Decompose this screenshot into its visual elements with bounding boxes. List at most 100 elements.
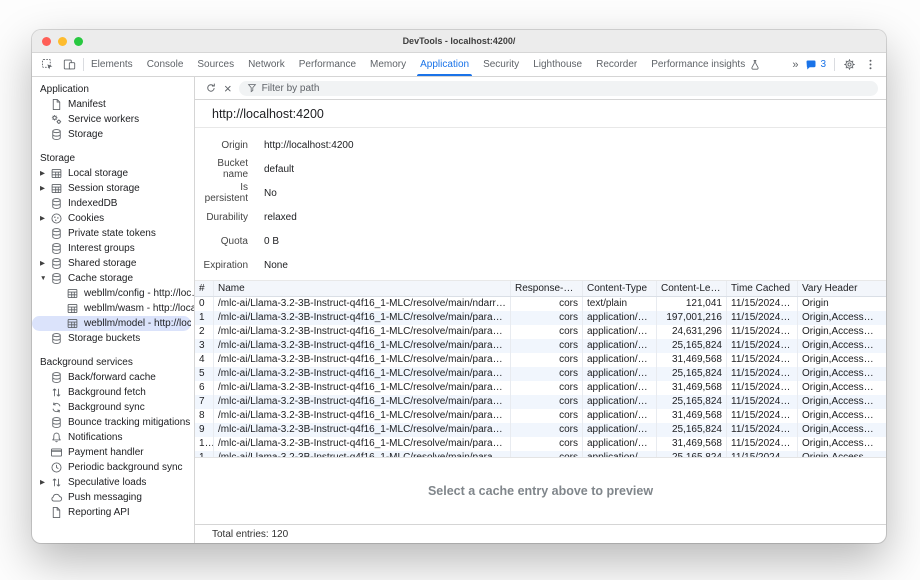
zoom-window-button[interactable] xyxy=(74,37,83,46)
tab-recorder[interactable]: Recorder xyxy=(589,53,644,76)
chevron-right-icon[interactable]: ▶ xyxy=(40,256,50,271)
cell-: 5 xyxy=(195,367,214,381)
chevron-right-icon[interactable]: ▶ xyxy=(40,211,50,226)
sidebar-section-background-services: Background servicesBack/forward cacheBac… xyxy=(32,355,194,520)
cache-entry-row[interactable]: 10/mlc-ai/Llama-3.2-3B-Instruct-q4f16_1-… xyxy=(195,437,886,451)
cache-entry-row[interactable]: 5/mlc-ai/Llama-3.2-3B-Instruct-q4f16_1-M… xyxy=(195,367,886,381)
sidebar-item-private-state-tokens[interactable]: Private state tokens xyxy=(32,226,194,241)
cache-entry-row[interactable]: 1/mlc-ai/Llama-3.2-3B-Instruct-q4f16_1-M… xyxy=(195,311,886,325)
sidebar-item-session-storage[interactable]: ▶Session storage xyxy=(32,181,194,196)
sidebar-item-background-sync[interactable]: Background sync xyxy=(32,400,194,415)
preview-pane: Select a cache entry above to preview xyxy=(195,457,886,524)
tab-performance[interactable]: Performance xyxy=(292,53,363,76)
chevron-down-icon[interactable]: ▼ xyxy=(40,271,50,286)
sidebar-item-label: Cache storage xyxy=(68,273,194,284)
cell-: 1 xyxy=(195,311,214,325)
tab-label: Elements xyxy=(91,59,133,70)
sidebar-item-interest-groups[interactable]: Interest groups xyxy=(32,241,194,256)
sidebar-item-periodic-background-sync[interactable]: Periodic background sync xyxy=(32,460,194,475)
sidebar-item-local-storage[interactable]: ▶ Local storage xyxy=(32,166,194,181)
sidebar-item-label: Local storage xyxy=(68,168,194,179)
tab-console[interactable]: Console xyxy=(140,53,191,76)
column-header-time-cached[interactable]: Time Cached xyxy=(727,281,798,296)
table-icon xyxy=(66,287,79,300)
cell-time-cached: 11/15/2024, 10… xyxy=(727,381,798,395)
more-tabs-button[interactable]: » xyxy=(792,59,797,71)
chevron-right-icon[interactable]: ▶ xyxy=(40,166,50,181)
sidebar-item-service-workers[interactable]: Service workers xyxy=(32,112,194,127)
sidebar-item-webllm-config-http-loc[interactable]: webllm/config - http://loc… xyxy=(32,286,194,301)
total-entries: Total entries: 120 xyxy=(212,529,288,540)
cell-vary-header: Origin,Access… xyxy=(798,367,886,381)
sidebar-item-reporting-api[interactable]: Reporting API xyxy=(32,505,194,520)
refresh-button[interactable] xyxy=(205,82,217,94)
metadata-row-expiration: ExpirationNone xyxy=(195,253,886,277)
tab-lighthouse[interactable]: Lighthouse xyxy=(526,53,589,76)
column-header-content-length[interactable]: Content-Length xyxy=(657,281,727,296)
preview-hint: Select a cache entry above to preview xyxy=(428,484,653,498)
sidebar-item-push-messaging[interactable]: Push messaging xyxy=(32,490,194,505)
sidebar-item-webllm-model-http-loc[interactable]: webllm/model - http://loc… xyxy=(32,316,191,331)
chevron-right-icon[interactable]: ▶ xyxy=(40,181,50,196)
tab-elements[interactable]: Elements xyxy=(84,53,140,76)
cache-entry-row[interactable]: 2/mlc-ai/Llama-3.2-3B-Instruct-q4f16_1-M… xyxy=(195,325,886,339)
column-header-response-type[interactable]: Response-Type xyxy=(511,281,583,296)
tab-security[interactable]: Security xyxy=(476,53,526,76)
cache-entry-row[interactable]: 8/mlc-ai/Llama-3.2-3B-Instruct-q4f16_1-M… xyxy=(195,409,886,423)
tab-strip: ElementsConsoleSourcesNetworkPerformance… xyxy=(84,53,768,76)
settings-gear-icon[interactable] xyxy=(843,58,856,71)
gears-icon xyxy=(50,113,63,126)
cache-entry-row[interactable]: 3/mlc-ai/Llama-3.2-3B-Instruct-q4f16_1-M… xyxy=(195,339,886,353)
cache-entry-row[interactable]: 7/mlc-ai/Llama-3.2-3B-Instruct-q4f16_1-M… xyxy=(195,395,886,409)
sidebar-item-cookies[interactable]: ▶Cookies xyxy=(32,211,194,226)
tab-memory[interactable]: Memory xyxy=(363,53,413,76)
cache-entry-row[interactable]: 0/mlc-ai/Llama-3.2-3B-Instruct-q4f16_1-M… xyxy=(195,297,886,311)
cache-entry-row[interactable]: 6/mlc-ai/Llama-3.2-3B-Instruct-q4f16_1-M… xyxy=(195,381,886,395)
column-header-content-type[interactable]: Content-Type xyxy=(583,281,657,296)
column-header-[interactable]: # xyxy=(195,281,214,296)
metadata-row-durability: Durabilityrelaxed xyxy=(195,205,886,229)
doc-icon xyxy=(50,98,63,111)
tab-application[interactable]: Application xyxy=(413,53,476,76)
column-header-name[interactable]: Name xyxy=(214,281,511,296)
cell-content-type: application/oc… xyxy=(583,409,657,423)
cell-vary-header: Origin,Access… xyxy=(798,339,886,353)
console-messages-badge[interactable]: 3 xyxy=(805,59,826,71)
tab-performance-insights[interactable]: Performance insights xyxy=(644,53,768,76)
sidebar-item-speculative-loads[interactable]: ▶Speculative loads xyxy=(32,475,194,490)
sidebar-item-bounce-tracking-mitigations[interactable]: Bounce tracking mitigations xyxy=(32,415,194,430)
close-window-button[interactable] xyxy=(42,37,51,46)
device-toolbar-icon[interactable] xyxy=(63,58,76,71)
minimize-window-button[interactable] xyxy=(58,37,67,46)
cache-entry-row[interactable]: 9/mlc-ai/Llama-3.2-3B-Instruct-q4f16_1-M… xyxy=(195,423,886,437)
cell-vary-header: Origin xyxy=(798,297,886,311)
message-bubble-icon xyxy=(805,59,817,71)
tab-sources[interactable]: Sources xyxy=(190,53,241,76)
cache-entry-row[interactable]: 4/mlc-ai/Llama-3.2-3B-Instruct-q4f16_1-M… xyxy=(195,353,886,367)
chevron-right-icon[interactable]: ▶ xyxy=(40,475,50,490)
clear-button[interactable]: × xyxy=(224,82,232,95)
sidebar-item-cache-storage[interactable]: ▼ Cache storage xyxy=(32,271,194,286)
inspect-element-icon[interactable] xyxy=(41,58,54,71)
sidebar-item-back-forward-cache[interactable]: Back/forward cache xyxy=(32,370,194,385)
sidebar-item-storage-buckets[interactable]: Storage buckets xyxy=(32,331,194,346)
sidebar-item-webllm-wasm-http-loca[interactable]: webllm/wasm - http://loca… xyxy=(32,301,194,316)
cell-response-type: cors xyxy=(511,423,583,437)
filter-input[interactable] xyxy=(262,83,870,94)
db-icon xyxy=(50,332,63,345)
sidebar-item-manifest[interactable]: Manifest xyxy=(32,97,194,112)
sidebar-item-background-fetch[interactable]: Background fetch xyxy=(32,385,194,400)
section-title: Background services xyxy=(32,355,194,370)
table-icon xyxy=(66,317,79,330)
sidebar-item-notifications[interactable]: Notifications xyxy=(32,430,194,445)
sidebar-item-payment-handler[interactable]: Payment handler xyxy=(32,445,194,460)
sidebar-item-storage[interactable]: Storage xyxy=(32,127,194,142)
column-header-vary-header[interactable]: Vary Header xyxy=(798,281,886,296)
cell-vary-header: Origin,Access… xyxy=(798,325,886,339)
kebab-menu-icon[interactable] xyxy=(864,58,877,71)
tab-network[interactable]: Network xyxy=(241,53,292,76)
sidebar-item-shared-storage[interactable]: ▶Shared storage xyxy=(32,256,194,271)
metadata-label: Bucket name xyxy=(195,158,248,180)
cell-content-type: application/oc… xyxy=(583,437,657,451)
sidebar-item-indexeddb[interactable]: IndexedDB xyxy=(32,196,194,211)
